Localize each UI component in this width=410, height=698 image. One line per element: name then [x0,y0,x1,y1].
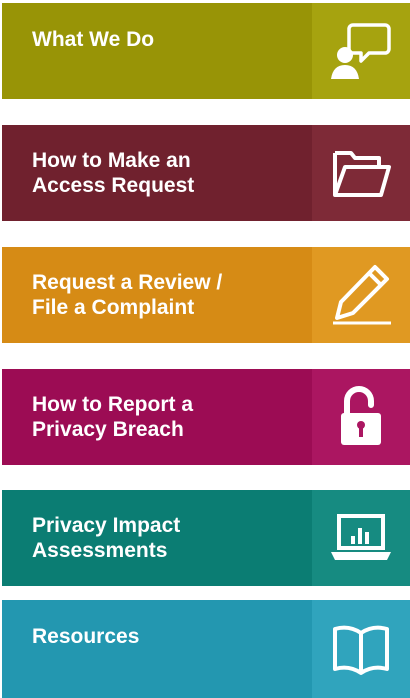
icon-panel [312,369,410,465]
icon-panel [312,125,410,221]
open-book-icon [333,625,389,675]
speech-bubble-person-icon [331,23,391,79]
menu-item-access-request[interactable]: How to Make an Access Request [2,125,410,221]
pencil-icon [333,265,391,325]
menu-item-label: Request a Review / File a Complaint [32,271,223,319]
menu-item-what-we-do[interactable]: What We Do [2,3,410,99]
menu-item-label: How to Report a Privacy Breach [32,393,193,441]
icon-panel [312,247,410,343]
menu-item-label: How to Make an Access Request [32,149,195,197]
navigation-menu: What We Do How to Make an Access Request… [0,0,410,698]
menu-item-label: Privacy Impact Assessments [32,514,181,562]
menu-item-privacy-breach[interactable]: How to Report a Privacy Breach [2,369,410,465]
icon-panel [312,3,410,99]
menu-item-impact-assessments[interactable]: Privacy Impact Assessments [2,490,410,586]
laptop-chart-icon [331,514,391,560]
menu-item-resources[interactable]: Resources [2,600,410,698]
menu-item-label: Resources [32,625,140,648]
icon-panel [312,600,410,698]
menu-item-review-complaint[interactable]: Request a Review / File a Complaint [2,247,410,343]
folder-icon [333,151,391,197]
icon-panel [312,490,410,586]
menu-item-label: What We Do [32,28,155,51]
unlocked-padlock-icon [341,386,381,445]
